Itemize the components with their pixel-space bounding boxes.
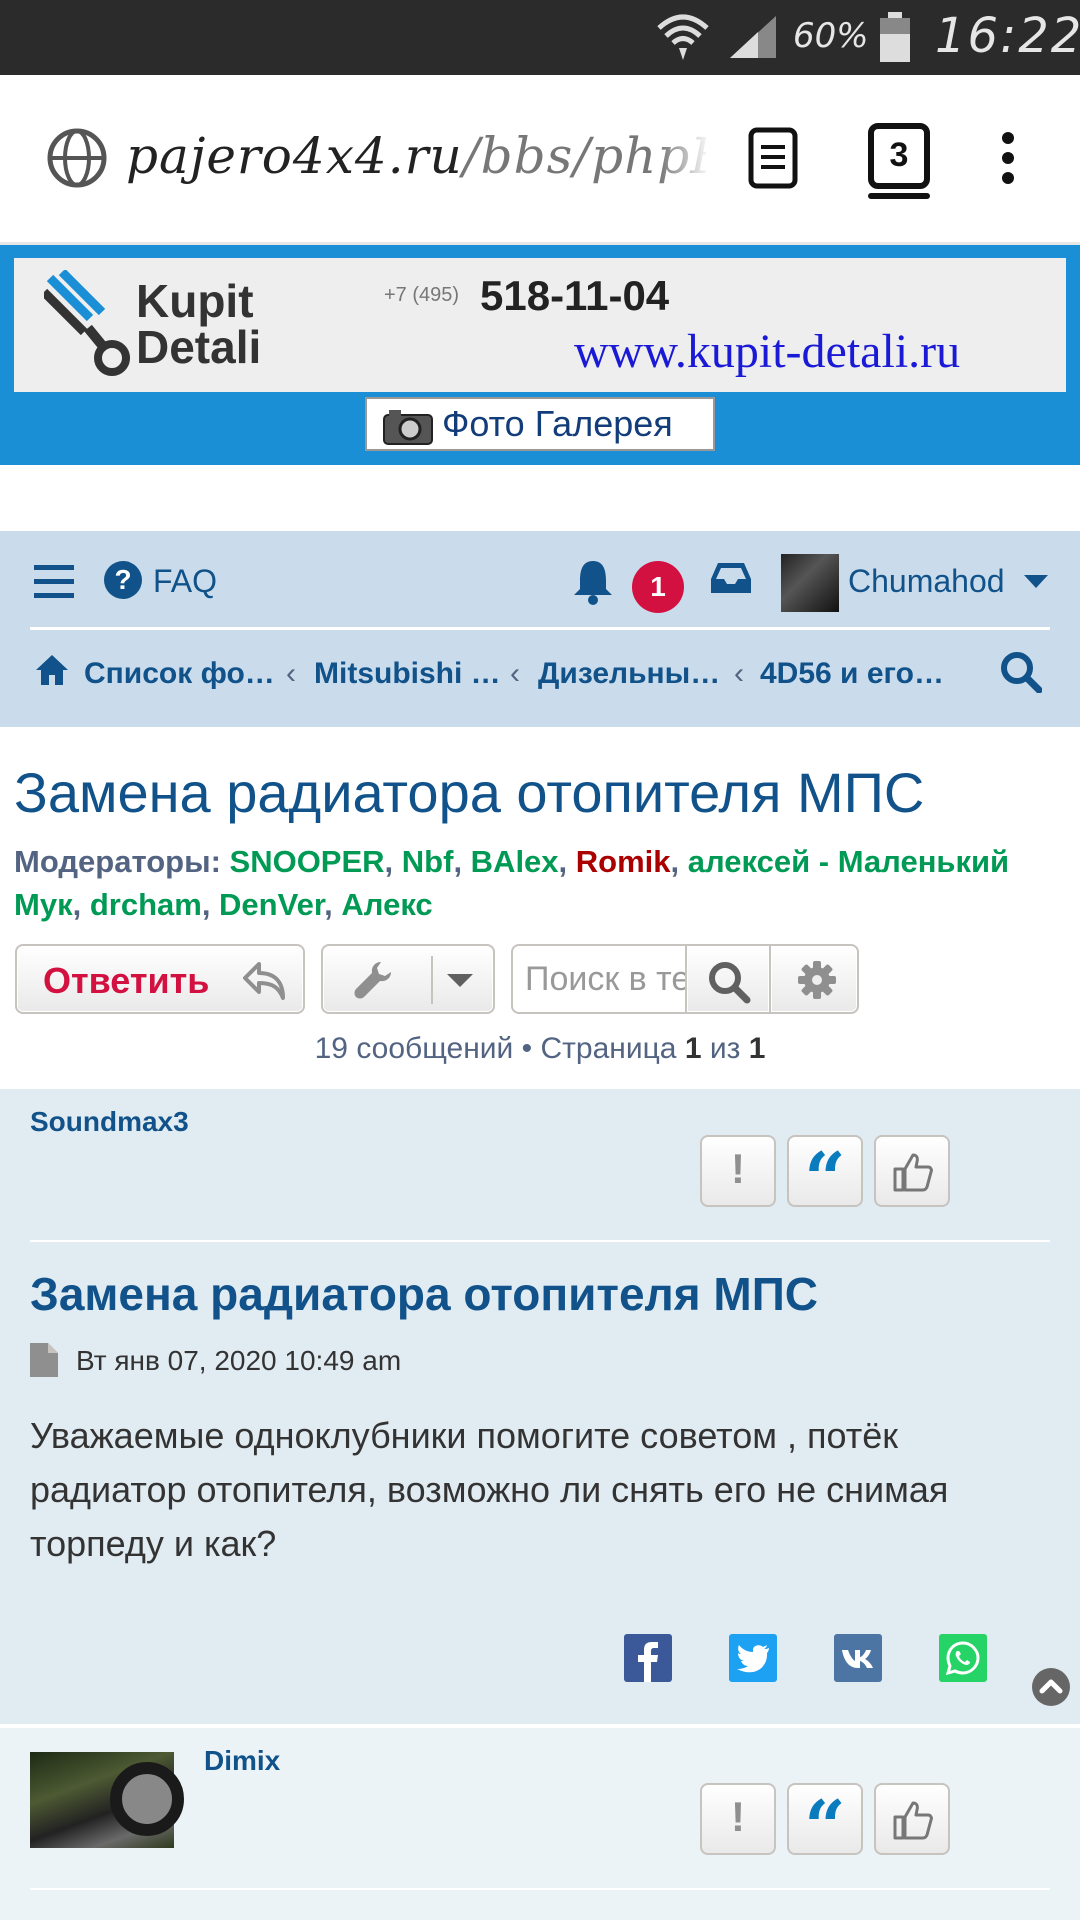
advertisement-banner[interactable]: Kupit Detali +7 (495) 518-11-04 www.kupi…	[14, 258, 1066, 392]
breadcrumb-item-4d56[interactable]: 4D56 и его…	[760, 657, 944, 691]
post-count: 19 сообщений • Страница	[314, 1032, 677, 1065]
total-pages: 1	[748, 1032, 766, 1065]
moderator-link[interactable]: BAlex	[471, 844, 559, 879]
url-host: pajero4x4.ru	[126, 127, 463, 185]
moderator-link[interactable]: Romik	[576, 844, 671, 879]
share-facebook-button[interactable]	[624, 1634, 672, 1682]
post-author[interactable]: Soundmax3	[30, 1106, 189, 1138]
camera-icon	[383, 410, 433, 445]
thumbs-up-icon	[893, 1153, 933, 1192]
post-author-avatar[interactable]	[30, 1752, 184, 1848]
like-button[interactable]	[874, 1135, 950, 1207]
moderator-link[interactable]: Nbf	[402, 844, 454, 879]
more-menu-icon[interactable]	[1000, 130, 1016, 186]
wrench-icon	[354, 962, 391, 999]
breadcrumb-item-diesel[interactable]: Дизельны…	[538, 657, 720, 691]
facebook-icon	[638, 1642, 658, 1682]
topic-title[interactable]: Замена радиатора отопителя МПС	[14, 760, 924, 825]
user-menu-caret-icon[interactable]	[1024, 575, 1048, 588]
report-button[interactable]: !	[700, 1135, 776, 1207]
tabs-button[interactable]: 3	[868, 123, 930, 189]
topic-search-input[interactable]: Поиск в теме…	[511, 944, 687, 1014]
piston-logo-icon	[44, 270, 130, 376]
wifi-icon	[657, 14, 709, 60]
reply-arrow-icon	[243, 962, 285, 1000]
back-to-top-button[interactable]	[1032, 1668, 1070, 1706]
pagination: 19 сообщений • Страница 1 из 1	[314, 1032, 766, 1065]
post-date: Вт янв 07, 2020 10:49 am	[76, 1345, 402, 1376]
document-icon[interactable]	[30, 1343, 58, 1377]
reader-mode-icon[interactable]	[748, 127, 798, 189]
reply-button[interactable]: Ответить	[15, 944, 305, 1014]
gear-icon	[798, 961, 836, 999]
exclamation-icon: !	[731, 1793, 745, 1840]
post-body: Уважаемые одноклубники помогите советом …	[30, 1415, 949, 1564]
site-header: Kupit Detali +7 (495) 518-11-04 www.kupi…	[0, 245, 1080, 465]
breadcrumb-item-mitsubishi[interactable]: Mitsubishi …	[314, 657, 501, 691]
topic-search-button[interactable]	[685, 944, 771, 1014]
logo-text: Kupit Detali	[136, 275, 262, 373]
phone-number: 518-11-04	[480, 272, 670, 319]
post-author[interactable]: Dimix	[204, 1745, 280, 1777]
photo-gallery-button[interactable]: Фото Галерея	[365, 397, 715, 451]
bell-icon[interactable]	[572, 559, 614, 605]
quote-icon: “	[804, 1784, 846, 1869]
gallery-label: Фото Галерея	[442, 403, 673, 444]
search-icon	[709, 962, 751, 1004]
moderator-link[interactable]: drcham	[90, 887, 202, 922]
search-icon[interactable]	[1000, 651, 1042, 693]
clock: 16:22	[935, 8, 1080, 64]
current-page: 1	[684, 1032, 702, 1065]
reply-label: Ответить	[43, 960, 210, 1001]
moderator-link[interactable]: SNOOPER	[230, 844, 385, 879]
advanced-search-button[interactable]	[769, 944, 859, 1014]
share-twitter-button[interactable]	[729, 1634, 777, 1682]
exclamation-icon: !	[731, 1145, 745, 1192]
share-vk-button[interactable]	[834, 1634, 882, 1682]
quote-icon: “	[804, 1136, 846, 1221]
browser-toolbar: pajero4x4.ru/bbs/phpBB2/ 3	[0, 75, 1080, 245]
chevron-up-icon	[1039, 1679, 1063, 1694]
moderator-link[interactable]: DenVer	[219, 887, 324, 922]
moderators-label: Модераторы:	[14, 844, 221, 879]
whatsapp-icon	[945, 1641, 980, 1676]
hamburger-menu-icon[interactable]	[34, 565, 74, 599]
vk-icon	[842, 1650, 873, 1668]
twitter-icon	[737, 1645, 769, 1673]
phone-prefix: +7 (495)	[384, 284, 460, 306]
battery-icon	[880, 12, 910, 62]
quote-button[interactable]: “	[787, 1135, 863, 1219]
post: Soundmax3 ! “ Замена радиатора отопителя…	[0, 1089, 1080, 1724]
faq-link[interactable]: FAQ	[153, 563, 217, 600]
report-button[interactable]: !	[700, 1783, 776, 1855]
quote-button[interactable]: “	[787, 1783, 863, 1867]
breadcrumb: Список фо… ‹ Mitsubishi … ‹ Дизельны… ‹ …	[84, 657, 944, 691]
share-whatsapp-button[interactable]	[939, 1634, 987, 1682]
topic-tools-button[interactable]	[321, 944, 495, 1014]
moderators-list: Модераторы: SNOOPER, Nbf, BAlex, Romik, …	[14, 844, 1010, 922]
moderator-link[interactable]: Алекс	[341, 887, 432, 922]
username[interactable]: Chumahod	[848, 563, 1005, 600]
nav-divider	[30, 627, 1050, 630]
ad-url: www.kupit-detali.ru	[574, 325, 961, 378]
signal-icon	[730, 16, 776, 58]
breadcrumb-item-forum-list[interactable]: Список фо…	[84, 657, 275, 691]
battery-percentage: 60%	[793, 16, 869, 56]
chevron-down-icon	[447, 974, 473, 987]
notification-badge[interactable]: 1	[632, 561, 684, 613]
globe-icon[interactable]	[46, 127, 108, 189]
status-bar: 60% 16:22	[0, 0, 1080, 75]
user-avatar[interactable]	[781, 554, 839, 612]
thumbs-up-icon	[893, 1801, 933, 1840]
inbox-icon[interactable]	[710, 561, 752, 595]
post: Dimix ! “	[0, 1728, 1080, 1920]
like-button[interactable]	[874, 1783, 950, 1855]
question-circle-icon: ?	[104, 561, 142, 599]
post-title[interactable]: Замена радиатора отопителя МПС	[30, 1267, 818, 1321]
address-bar[interactable]: pajero4x4.ru/bbs/phpBB2/	[126, 127, 706, 185]
forum-navbar: ? FAQ 1 Chumahod Список фо… ‹ Mitsubishi…	[0, 531, 1080, 727]
